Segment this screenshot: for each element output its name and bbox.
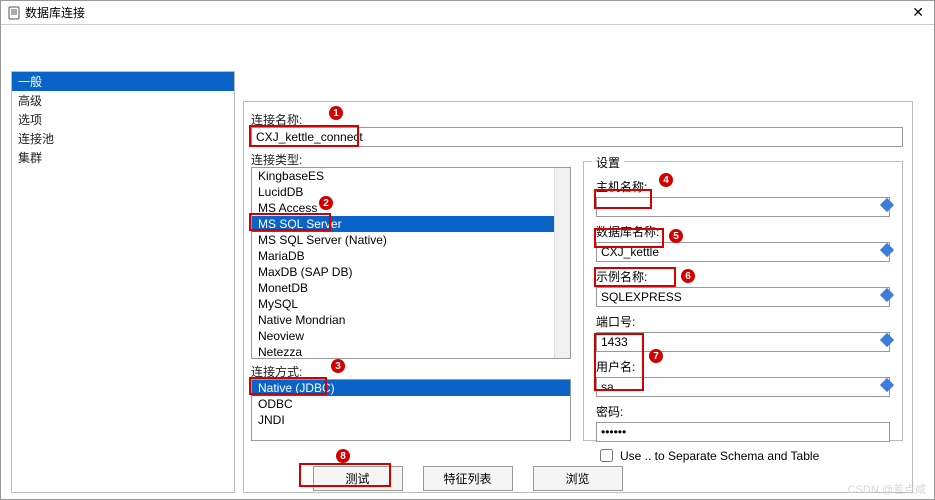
scrollbar[interactable] — [554, 168, 570, 358]
pass-label: 密码: — [596, 403, 890, 420]
list-item[interactable]: Native Mondrian — [252, 312, 570, 328]
settings-legend: 设置 — [592, 154, 624, 171]
conn-method-label: 连接方式: — [251, 363, 302, 380]
list-item[interactable]: JNDI — [252, 412, 570, 428]
user-input[interactable] — [596, 377, 890, 397]
list-item-selected[interactable]: Native (JDBC) — [252, 380, 570, 396]
instance-input[interactable] — [596, 287, 890, 307]
instance-label: 示例名称: — [596, 268, 890, 285]
port-label: 端口号: — [596, 313, 890, 330]
list-item[interactable]: MS SQL Server (Native) — [252, 232, 570, 248]
list-item[interactable]: MariaDB — [252, 248, 570, 264]
sidebar-item-cluster[interactable]: 集群 — [12, 148, 234, 167]
window-title: 数据库连接 — [25, 4, 85, 21]
list-item[interactable]: KingbaseES — [252, 168, 570, 184]
host-label: 主机名称: — [596, 178, 890, 195]
sidebar-item-general[interactable]: 一般 — [12, 72, 234, 91]
list-item-selected[interactable]: MS SQL Server — [252, 216, 570, 232]
app-icon — [7, 6, 21, 20]
sidebar: 一般 高级 选项 连接池 集群 — [11, 71, 235, 493]
conn-name-label: 连接名称: — [251, 111, 302, 128]
list-item[interactable]: MS Access — [252, 200, 570, 216]
feature-button[interactable]: 特征列表 — [423, 466, 513, 491]
conn-name-input[interactable] — [251, 127, 903, 147]
list-item[interactable]: MaxDB (SAP DB) — [252, 264, 570, 280]
test-button[interactable]: 测试 — [313, 466, 403, 491]
list-item[interactable]: Neoview — [252, 328, 570, 344]
conn-type-label: 连接类型: — [251, 151, 302, 168]
watermark: CSDN @差点咸 — [848, 481, 926, 497]
pass-input[interactable] — [596, 422, 890, 442]
db-input[interactable] — [596, 242, 890, 262]
titlebar: 数据库连接 ✕ — [1, 1, 934, 25]
list-item[interactable]: Netezza — [252, 344, 570, 359]
sidebar-item-options[interactable]: 选项 — [12, 110, 234, 129]
list-item[interactable]: MySQL — [252, 296, 570, 312]
close-button[interactable]: ✕ — [908, 4, 928, 21]
conn-method-list[interactable]: Native (JDBC) ODBC JNDI — [251, 379, 571, 441]
port-input[interactable] — [596, 332, 890, 352]
settings-group: 设置 主机名称: 数据库名称: 示例名称: 端口号: 用户名: 密码: — [583, 161, 903, 441]
conn-type-list[interactable]: KingbaseES LucidDB MS Access MS SQL Serv… — [251, 167, 571, 359]
list-item[interactable]: LucidDB — [252, 184, 570, 200]
list-item[interactable]: ODBC — [252, 396, 570, 412]
schema-checkbox-label: Use .. to Separate Schema and Table — [620, 449, 819, 463]
user-label: 用户名: — [596, 358, 890, 375]
list-item[interactable]: MonetDB — [252, 280, 570, 296]
sidebar-item-advanced[interactable]: 高级 — [12, 91, 234, 110]
button-bar: 测试 特征列表 浏览 — [1, 466, 934, 491]
host-input[interactable] — [596, 197, 890, 217]
db-label: 数据库名称: — [596, 223, 890, 240]
sidebar-item-pool[interactable]: 连接池 — [12, 129, 234, 148]
schema-checkbox[interactable] — [600, 449, 613, 462]
browse-button[interactable]: 浏览 — [533, 466, 623, 491]
